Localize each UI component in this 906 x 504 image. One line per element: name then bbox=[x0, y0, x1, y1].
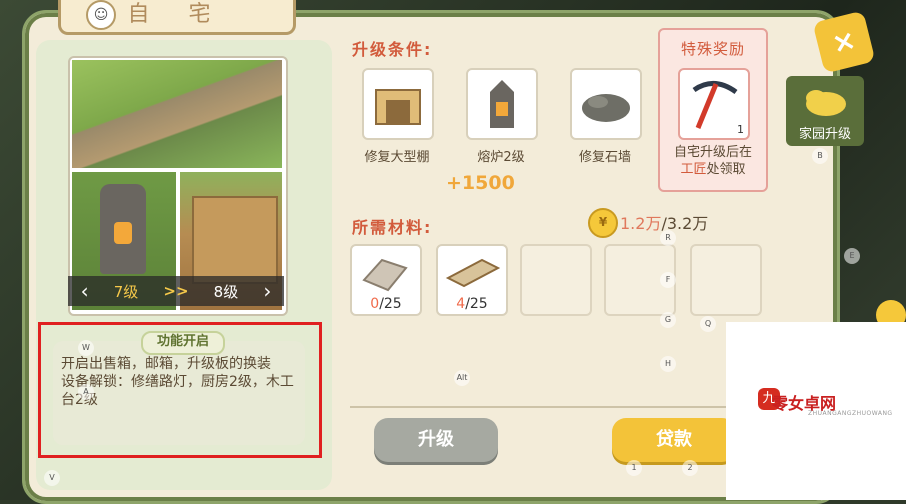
reward-text-pre: 自宅升级后在 bbox=[673, 145, 752, 160]
special-reward-text: 自宅升级后在 工匠处领取 bbox=[662, 144, 764, 178]
currency-have: 1.2万 bbox=[620, 214, 662, 233]
material-have: 4 bbox=[456, 296, 466, 312]
feature-description: 开启出售箱，邮箱，升级板的换装 设备解锁：修缮路灯，厨房2级，木工台2级 bbox=[61, 355, 301, 409]
current-level: 7级 bbox=[113, 282, 139, 301]
requirement-label: 修复石墙 bbox=[578, 150, 631, 165]
divider bbox=[350, 406, 772, 408]
home-upgrade-tab[interactable]: 家园升级 bbox=[786, 76, 864, 146]
requirement-card[interactable] bbox=[570, 68, 642, 140]
shed-icon bbox=[375, 89, 421, 125]
coin-icon: ¥ bbox=[588, 208, 618, 238]
feature-line: 开启出售箱，邮箱，升级板的换装 bbox=[61, 356, 271, 372]
next-level: 8级 bbox=[213, 282, 239, 301]
key-hint-f: F bbox=[660, 272, 676, 288]
material-count: 4/25 bbox=[438, 296, 506, 312]
mascot-icon: ☺ bbox=[86, 0, 116, 30]
requirement-label: 修复大型棚 bbox=[364, 150, 430, 165]
material-have: 0 bbox=[370, 296, 380, 312]
key-hint-g: G bbox=[660, 312, 676, 328]
key-hint-w: W bbox=[78, 340, 94, 356]
key-hint-2: 2 bbox=[682, 460, 698, 476]
key-hint-alt: Alt bbox=[454, 370, 470, 386]
furnace-icon bbox=[490, 80, 514, 128]
watermark: 九 零女卓网 ZHUANGANGZHUOWANG bbox=[726, 322, 906, 500]
loan-button[interactable]: 贷款 bbox=[612, 418, 736, 462]
materials-label: 所需材料: bbox=[352, 218, 433, 237]
material-need: /25 bbox=[379, 296, 402, 312]
stone-wall-icon bbox=[582, 94, 630, 122]
chevron-left-icon[interactable]: ‹ bbox=[81, 279, 89, 303]
material-slot[interactable]: 0/25 bbox=[350, 244, 422, 316]
material-need: /25 bbox=[465, 296, 488, 312]
feature-title: 功能开启 bbox=[141, 331, 226, 355]
requirement-card[interactable] bbox=[466, 68, 538, 140]
key-hint-h: H bbox=[660, 356, 676, 372]
special-reward-panel: 特殊奖励 1 自宅升级后在 工匠处领取 bbox=[658, 28, 768, 192]
page-title: 自 宅 bbox=[127, 2, 227, 27]
key-hint-a: A bbox=[78, 384, 94, 400]
feature-line: 设备解锁：修缮路灯，厨房2级，木工台2级 bbox=[61, 374, 294, 408]
requirements-label: 升级条件: bbox=[352, 40, 433, 59]
upgrade-button[interactable]: 升级 bbox=[374, 418, 498, 462]
requirement-card[interactable] bbox=[362, 68, 434, 140]
preview-tile-garden bbox=[72, 60, 282, 168]
shed-image bbox=[192, 196, 278, 284]
reward-count: 1 bbox=[737, 123, 744, 136]
level-arrow-icon: >> bbox=[163, 282, 189, 300]
key-hint-r: R bbox=[660, 230, 676, 246]
reward-text-highlight: 工匠 bbox=[680, 162, 707, 177]
material-count: 0/25 bbox=[352, 296, 420, 312]
key-hint-q: Q bbox=[700, 316, 716, 332]
level-bar: ‹ 7级 >> 8级 › bbox=[68, 276, 284, 306]
special-reward-title: 特殊奖励 bbox=[680, 40, 745, 58]
reward-text-post: 处领取 bbox=[706, 162, 746, 177]
fire-image bbox=[114, 222, 132, 244]
key-hint-v: V bbox=[44, 470, 60, 486]
key-hint-e: E bbox=[844, 248, 860, 264]
chevron-right-icon[interactable]: › bbox=[263, 279, 271, 303]
watermark-subtext: ZHUANGANGZHUOWANG bbox=[808, 410, 893, 417]
material-slot-empty bbox=[690, 244, 762, 316]
material-slot-empty bbox=[520, 244, 592, 316]
plank-icon bbox=[445, 258, 501, 288]
score-bonus: +1500 bbox=[446, 172, 515, 194]
cloud-icon bbox=[806, 90, 846, 116]
special-reward-card[interactable]: 1 bbox=[678, 68, 750, 140]
cloth-icon bbox=[362, 258, 408, 292]
key-hint-b: B bbox=[812, 148, 828, 164]
home-upgrade-label: 家园升级 bbox=[798, 127, 851, 142]
material-slot[interactable]: 4/25 bbox=[436, 244, 508, 316]
requirement-label: 熔炉2级 bbox=[477, 150, 525, 165]
key-hint-1: 1 bbox=[626, 460, 642, 476]
